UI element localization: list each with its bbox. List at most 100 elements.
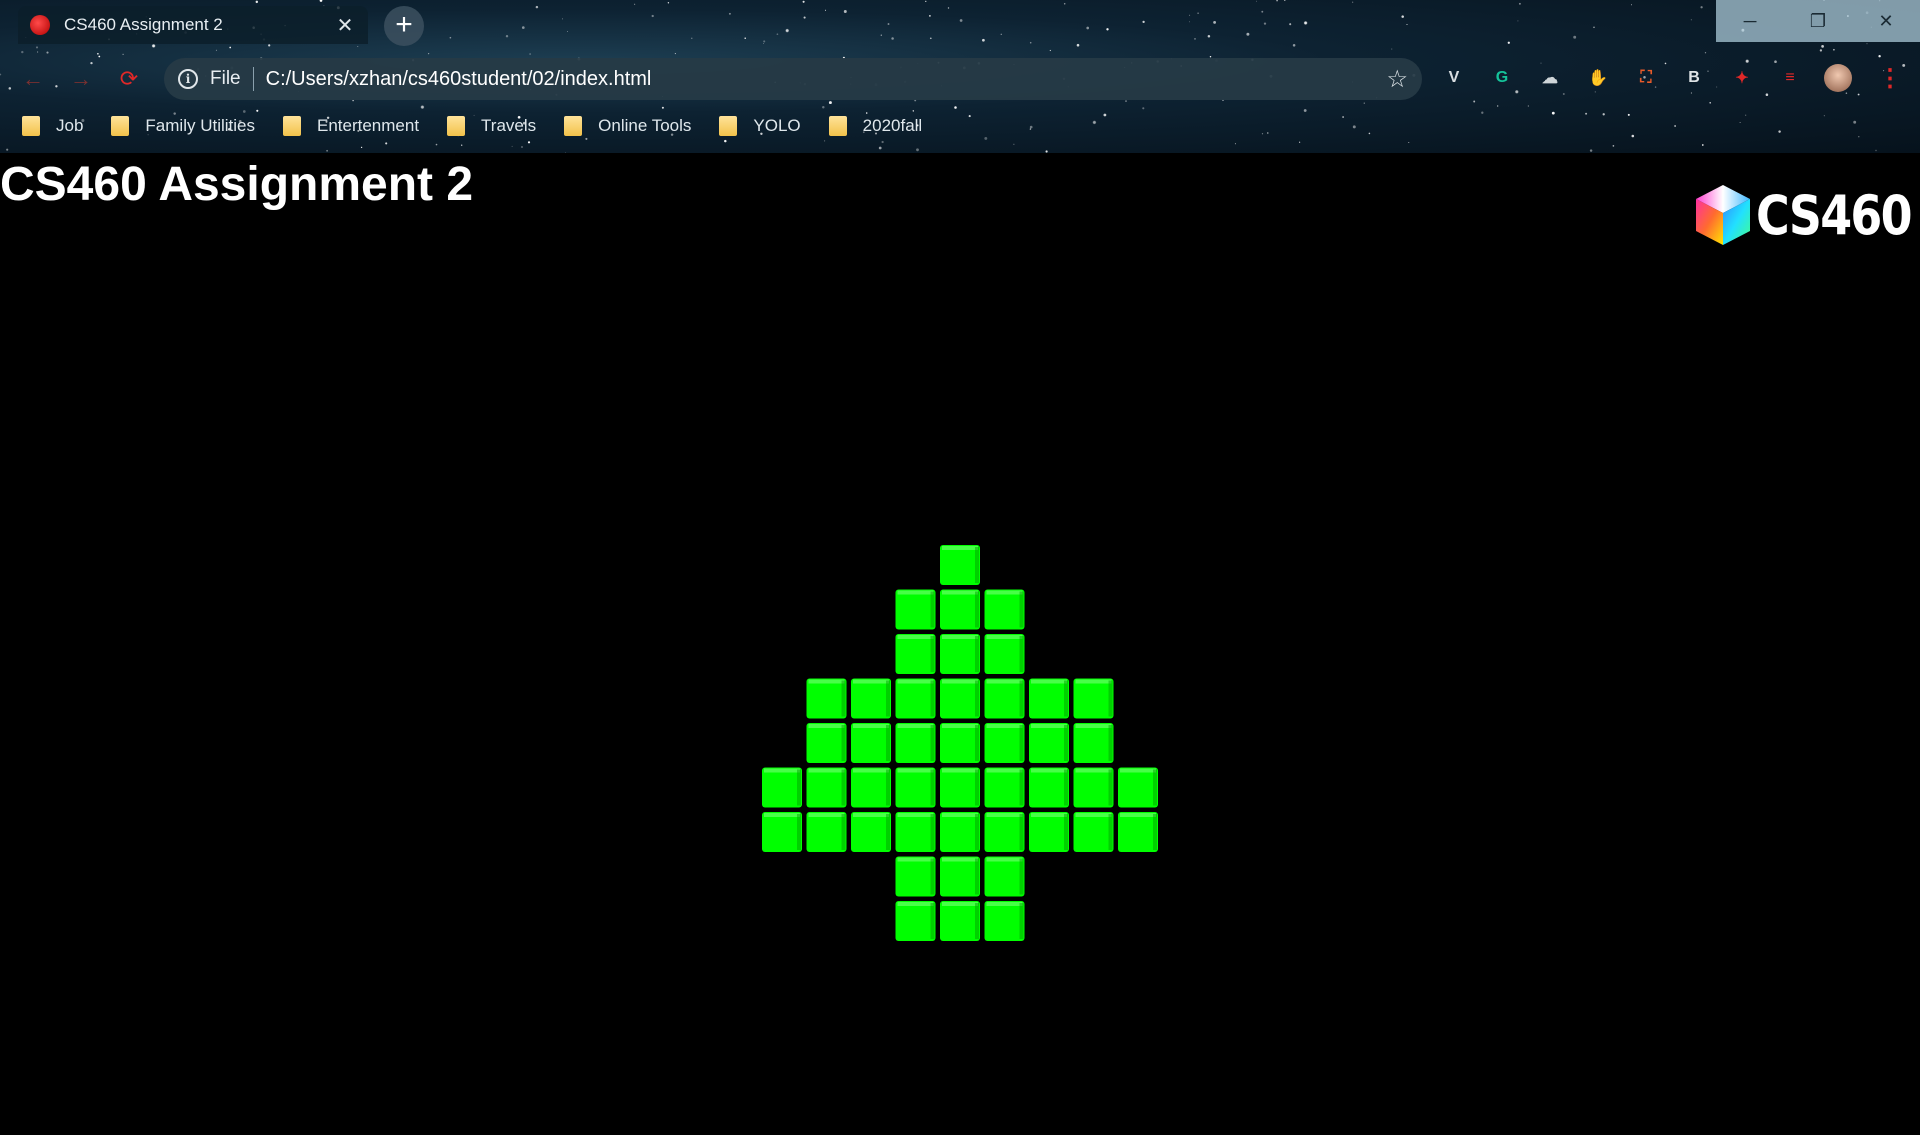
star-dot [1497, 105, 1499, 107]
green-cube [806, 812, 847, 852]
b-extension-icon[interactable]: B [1680, 64, 1708, 92]
mindmap-icon[interactable]: ⛶ [1632, 64, 1660, 92]
star-dot [357, 46, 359, 47]
star-dot [360, 146, 363, 149]
star-dot [959, 19, 963, 22]
star-dot [984, 136, 988, 140]
star-dot [527, 141, 531, 144]
bookmark-folder[interactable]: 2020fall [828, 116, 922, 136]
star-dot [661, 106, 664, 109]
star-dot [634, 3, 636, 5]
star-dot [352, 99, 354, 102]
star-dot [843, 10, 847, 13]
folder-icon [447, 116, 466, 136]
bookmark-star-icon[interactable]: ☆ [1386, 65, 1408, 94]
new-tab-button[interactable]: + [384, 6, 424, 46]
profile-avatar[interactable] [1824, 64, 1852, 92]
bookmark-folder[interactable]: YOLO [719, 116, 801, 136]
star-dot [1352, 1, 1354, 3]
star-dot [1716, 86, 1718, 88]
green-cube [984, 634, 1025, 674]
cloud-extension-icon[interactable]: ☁ [1536, 64, 1564, 92]
green-cube [1073, 678, 1114, 719]
playlist-icon[interactable]: ≡ [1776, 64, 1804, 92]
address-bar[interactable]: i File C:/Users/xzhan/cs460student/02/in… [164, 58, 1422, 100]
green-cube [1029, 723, 1069, 763]
restore-button[interactable]: ❐ [1784, 0, 1852, 42]
star-dot [928, 14, 931, 17]
star-dot [449, 36, 452, 39]
bookmark-folder[interactable]: Family Utilities [111, 116, 255, 136]
green-cube [984, 812, 1025, 852]
green-cube [895, 678, 936, 719]
star-dot [763, 40, 766, 43]
browser-chrome: CS460 Assignment 2 ✕ + ─ ❐ ✕ ← → ⟳ i Fil… [0, 0, 1920, 153]
star-dot [1408, 142, 1410, 144]
minimize-button[interactable]: ─ [1716, 0, 1784, 42]
star-dot [1289, 23, 1292, 26]
star-dot [1142, 20, 1145, 24]
star-dot [1593, 26, 1595, 29]
bookmark-label: YOLO [753, 116, 801, 135]
bookmark-folder[interactable]: Online Tools [564, 116, 691, 136]
green-cube [940, 678, 980, 719]
bookmark-folder[interactable]: Travels [447, 116, 536, 136]
star-dot [1000, 33, 1002, 35]
star-dot [46, 51, 49, 54]
star-dot [1142, 107, 1145, 110]
reload-button[interactable]: ⟳ [114, 64, 144, 94]
green-cube [940, 812, 980, 852]
forward-button[interactable]: → [66, 64, 96, 94]
star-dot [1853, 120, 1857, 124]
green-cube [1118, 767, 1158, 808]
close-window-button[interactable]: ✕ [1852, 0, 1920, 42]
star-dot [1284, 0, 1286, 2]
green-cube [851, 678, 891, 719]
star-dot [880, 34, 882, 36]
puzzle-extension-icon[interactable]: ✦ [1728, 64, 1756, 92]
url-scheme-label: File [210, 68, 241, 89]
grammarly-icon[interactable]: G [1488, 64, 1516, 92]
green-cube [895, 901, 936, 941]
star-dot [828, 101, 832, 105]
bookmark-label: Entertenment [316, 116, 420, 135]
browser-menu-icon[interactable]: ⋮ [1876, 64, 1904, 92]
star-dot [1299, 141, 1301, 143]
green-cube [1073, 767, 1114, 808]
green-cube [1029, 812, 1069, 852]
star-dot [1778, 130, 1781, 133]
star-dot [1573, 35, 1577, 39]
star-dot [1063, 2, 1066, 5]
star-dot [1774, 60, 1777, 64]
star-dot [268, 44, 271, 47]
bookmark-folder[interactable]: Job [22, 116, 83, 136]
star-dot [535, 5, 539, 9]
star-dot [1267, 132, 1269, 134]
star-dot [691, 37, 693, 39]
stop-hand-icon[interactable]: ✋ [1584, 64, 1612, 92]
green-cube [940, 589, 980, 630]
star-dot [385, 142, 388, 145]
browser-tab[interactable]: CS460 Assignment 2 ✕ [18, 6, 368, 44]
folder-icon [282, 116, 301, 136]
star-dot [326, 149, 328, 152]
star-dot [1700, 6, 1703, 9]
bookmark-folder[interactable]: Entertenment [282, 116, 420, 136]
star-dot [1602, 113, 1605, 116]
star-dot [881, 140, 884, 144]
star-dot [1406, 23, 1408, 26]
tab-close-icon[interactable]: ✕ [334, 13, 356, 38]
site-info-icon[interactable]: i [178, 69, 198, 89]
bookmarks-bar: Job Family Utilities Entertenment Travels On… [22, 112, 950, 140]
url-text[interactable]: C:/Users/xzhan/cs460student/02/index.htm… [266, 68, 1387, 91]
star-dot [1256, 0, 1257, 2]
folder-icon [719, 116, 738, 136]
star-dot [435, 143, 438, 146]
star-dot [1103, 113, 1107, 117]
star-dot [1562, 93, 1565, 95]
green-cube [895, 634, 936, 674]
vivaldi-like-icon[interactable]: V [1440, 64, 1468, 92]
star-dot [1029, 41, 1032, 44]
green-cube [984, 589, 1025, 630]
back-button[interactable]: ← [18, 64, 48, 94]
